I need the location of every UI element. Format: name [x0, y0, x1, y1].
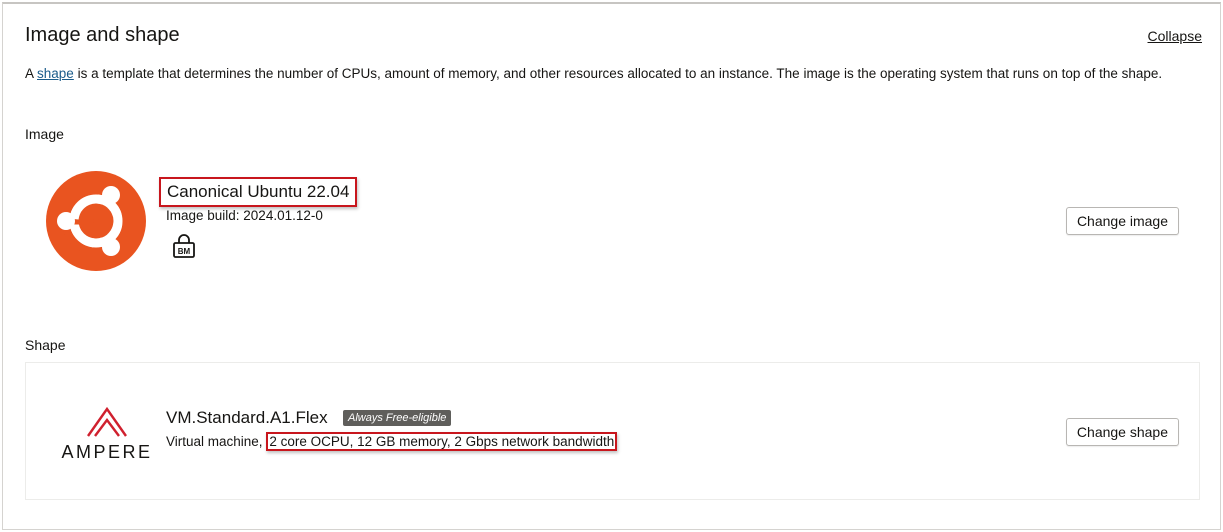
bm-icon-text: BM: [178, 247, 191, 256]
description-suffix: is a template that determines the number…: [73, 66, 1163, 81]
image-and-shape-panel: Image and shape Collapse A shape is a te…: [2, 2, 1221, 530]
shape-description: Virtual machine, 2 core OCPU, 12 GB memo…: [166, 432, 618, 451]
ampere-logo-icon: AMPERE: [61, 406, 152, 462]
bare-metal-lock-icon: BM: [173, 234, 195, 258]
shape-label: Shape: [25, 337, 66, 353]
section-title: Image and shape: [25, 24, 180, 46]
description-prefix: A: [25, 66, 38, 81]
ampere-logo-text: AMPERE: [61, 442, 152, 462]
image-label: Image: [25, 126, 64, 142]
collapse-link[interactable]: Collapse: [1148, 28, 1202, 44]
change-image-button[interactable]: Change image: [1065, 207, 1179, 235]
ubuntu-logo-icon: [46, 171, 146, 271]
change-shape-button[interactable]: Change shape: [1065, 418, 1179, 446]
shape-help-link[interactable]: shape: [37, 66, 74, 81]
shape-card: [25, 362, 1200, 500]
image-build: Image build: 2024.01.12-0: [166, 208, 323, 223]
image-name: Canonical Ubuntu 22.04: [159, 177, 358, 207]
shape-specs: 2 core OCPU, 12 GB memory, 2 Gbps networ…: [266, 432, 618, 451]
shape-name: VM.Standard.A1.Flex: [166, 408, 328, 427]
shape-type-text: Virtual machine,: [166, 434, 267, 449]
free-eligible-badge: Always Free-eligible: [343, 410, 452, 426]
description-text: A shape is a template that determines th…: [25, 66, 1175, 82]
